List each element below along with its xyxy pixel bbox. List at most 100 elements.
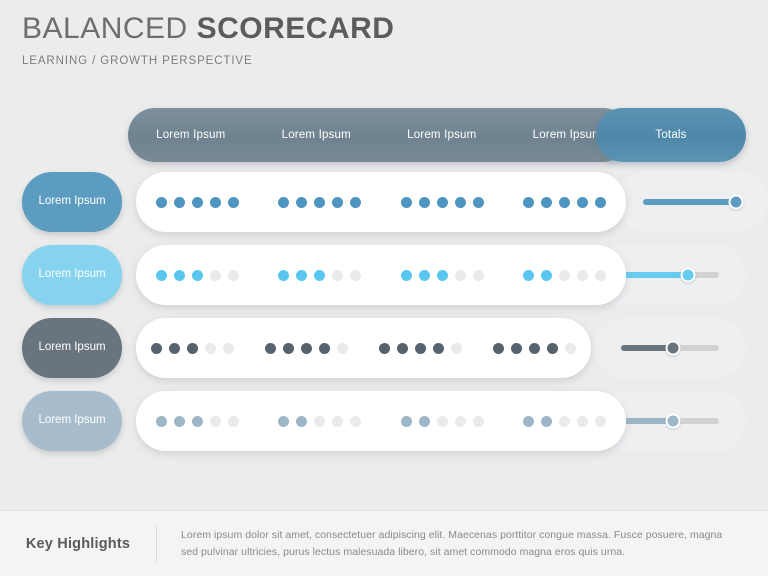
rating-dot-filled[interactable] (191, 269, 203, 281)
rating-dot-filled[interactable] (278, 269, 290, 281)
rating-dot-group[interactable] (381, 415, 504, 427)
rating-dot-filled[interactable] (528, 342, 540, 354)
totals-slider-knob[interactable] (665, 340, 681, 356)
rating-dot-filled[interactable] (187, 342, 199, 354)
rating-dot-filled[interactable] (278, 415, 290, 427)
rating-dot-filled[interactable] (296, 196, 308, 208)
totals-slider[interactable] (621, 340, 719, 356)
rating-dot-filled[interactable] (209, 196, 221, 208)
rating-dot-group[interactable] (259, 269, 382, 281)
totals-slider[interactable] (621, 267, 719, 283)
rating-dot-filled[interactable] (523, 415, 535, 427)
rating-dot-group[interactable] (477, 342, 591, 354)
rating-dot-filled[interactable] (559, 196, 571, 208)
rating-dot-filled[interactable] (418, 196, 430, 208)
rating-dot-filled[interactable] (472, 196, 484, 208)
row-label-pill[interactable]: Lorem Ipsum (22, 172, 122, 232)
totals-slider-knob[interactable] (680, 267, 696, 283)
rating-dot-filled[interactable] (510, 342, 522, 354)
rating-dot-empty[interactable] (577, 415, 589, 427)
rating-dot-filled[interactable] (155, 415, 167, 427)
rating-dot-empty[interactable] (223, 342, 235, 354)
rating-dot-empty[interactable] (577, 269, 589, 281)
rating-dot-filled[interactable] (173, 269, 185, 281)
rating-dot-group[interactable] (381, 196, 504, 208)
rating-dot-filled[interactable] (227, 196, 239, 208)
rating-dot-empty[interactable] (205, 342, 217, 354)
rating-dot-empty[interactable] (337, 342, 349, 354)
rating-dot-empty[interactable] (559, 415, 571, 427)
rating-dot-filled[interactable] (418, 269, 430, 281)
rating-dot-filled[interactable] (155, 269, 167, 281)
rating-dot-filled[interactable] (314, 269, 326, 281)
rating-dot-group[interactable] (136, 269, 259, 281)
rating-dot-filled[interactable] (454, 196, 466, 208)
rating-dot-group[interactable] (250, 342, 364, 354)
rating-dot-filled[interactable] (432, 342, 444, 354)
rating-dot-group[interactable] (136, 342, 250, 354)
rating-dot-group[interactable] (504, 415, 627, 427)
rating-dot-empty[interactable] (454, 269, 466, 281)
rating-dot-group[interactable] (381, 269, 504, 281)
row-label-pill[interactable]: Lorem Ipsum (22, 245, 122, 305)
rating-dot-empty[interactable] (350, 269, 362, 281)
rating-dot-filled[interactable] (523, 269, 535, 281)
rating-dot-filled[interactable] (350, 196, 362, 208)
rating-dot-filled[interactable] (296, 269, 308, 281)
rating-dot-filled[interactable] (314, 196, 326, 208)
rating-dot-filled[interactable] (400, 415, 412, 427)
rating-dot-filled[interactable] (265, 342, 277, 354)
rating-dot-filled[interactable] (541, 269, 553, 281)
rating-dot-filled[interactable] (436, 269, 448, 281)
rating-dot-filled[interactable] (283, 342, 295, 354)
rating-dot-empty[interactable] (450, 342, 462, 354)
rating-dot-filled[interactable] (332, 196, 344, 208)
totals-slider-knob[interactable] (665, 413, 681, 429)
rating-dot-group[interactable] (364, 342, 478, 354)
rating-dot-group[interactable] (136, 196, 259, 208)
rating-dot-filled[interactable] (577, 196, 589, 208)
rating-dot-filled[interactable] (595, 196, 607, 208)
rating-dot-filled[interactable] (296, 415, 308, 427)
rating-dot-empty[interactable] (436, 415, 448, 427)
rating-dot-filled[interactable] (523, 196, 535, 208)
rating-dot-filled[interactable] (151, 342, 163, 354)
row-label-pill[interactable]: Lorem Ipsum (22, 318, 122, 378)
rating-dot-empty[interactable] (209, 269, 221, 281)
rating-dot-filled[interactable] (319, 342, 331, 354)
row-label-pill[interactable]: Lorem Ipsum (22, 391, 122, 451)
rating-dot-filled[interactable] (546, 342, 558, 354)
rating-dot-empty[interactable] (227, 269, 239, 281)
rating-dot-filled[interactable] (191, 196, 203, 208)
rating-dot-empty[interactable] (350, 415, 362, 427)
rating-dot-empty[interactable] (209, 415, 221, 427)
rating-dot-filled[interactable] (414, 342, 426, 354)
rating-dot-filled[interactable] (418, 415, 430, 427)
rating-dot-empty[interactable] (595, 415, 607, 427)
rating-dot-empty[interactable] (595, 269, 607, 281)
rating-dot-group[interactable] (504, 196, 627, 208)
rating-dot-empty[interactable] (564, 342, 576, 354)
rating-dot-filled[interactable] (541, 415, 553, 427)
rating-dot-empty[interactable] (559, 269, 571, 281)
rating-dot-empty[interactable] (332, 415, 344, 427)
rating-dot-empty[interactable] (472, 415, 484, 427)
rating-dot-filled[interactable] (541, 196, 553, 208)
rating-dot-filled[interactable] (400, 269, 412, 281)
rating-dot-filled[interactable] (378, 342, 390, 354)
rating-dot-empty[interactable] (314, 415, 326, 427)
rating-dot-empty[interactable] (332, 269, 344, 281)
rating-dot-filled[interactable] (400, 196, 412, 208)
rating-dot-empty[interactable] (227, 415, 239, 427)
rating-dot-filled[interactable] (396, 342, 408, 354)
rating-dot-filled[interactable] (301, 342, 313, 354)
rating-dot-group[interactable] (504, 269, 627, 281)
rating-dot-group[interactable] (136, 415, 259, 427)
rating-dot-filled[interactable] (169, 342, 181, 354)
rating-dot-group[interactable] (259, 415, 382, 427)
totals-slider[interactable] (643, 194, 744, 210)
rating-dot-filled[interactable] (436, 196, 448, 208)
rating-dot-filled[interactable] (173, 415, 185, 427)
rating-dot-empty[interactable] (472, 269, 484, 281)
totals-slider[interactable] (621, 413, 719, 429)
